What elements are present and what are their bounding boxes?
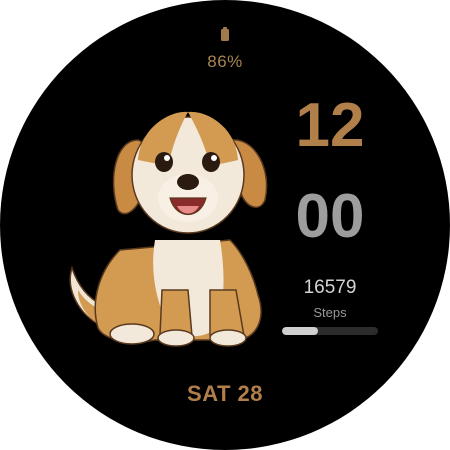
- clock-minutes: 00: [295, 182, 365, 251]
- battery-icon: [221, 27, 229, 41]
- steps-count: 16579: [303, 277, 357, 298]
- page: 86% 12 00 16579 Steps SAT 28: [0, 0, 450, 450]
- steps-label: Steps: [313, 305, 347, 320]
- battery-percent: 86%: [207, 52, 243, 71]
- puppy-illustration: [69, 111, 268, 347]
- clock-hours: 12: [295, 91, 365, 160]
- steps-progress-bar: [282, 327, 378, 335]
- steps-progress-fill: [282, 327, 319, 335]
- watch-face: 86% 12 00 16579 Steps SAT 28: [0, 0, 450, 450]
- date-label: SAT 28: [187, 381, 263, 406]
